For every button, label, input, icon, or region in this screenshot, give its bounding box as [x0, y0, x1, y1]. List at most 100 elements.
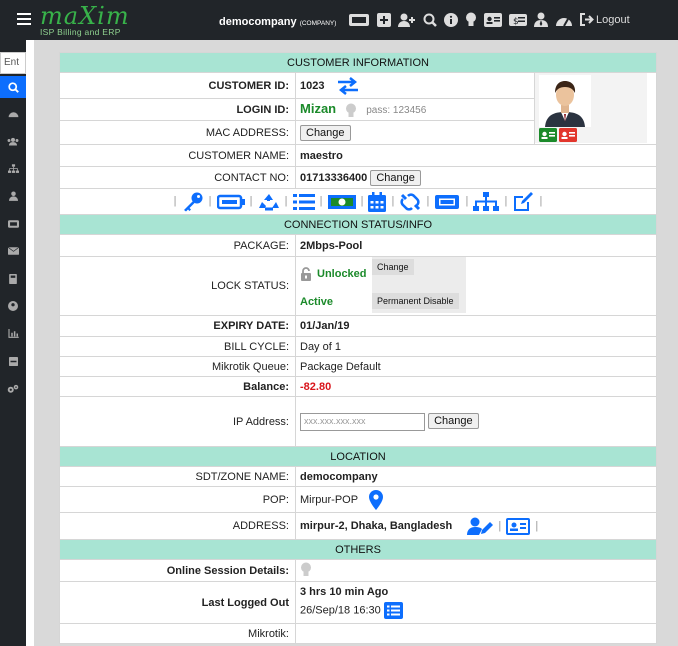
mikrotik-queue-label: Mikrotik Queue:	[59, 356, 296, 377]
lock-change-button[interactable]: Change	[372, 259, 414, 275]
battery-icon[interactable]	[216, 194, 245, 210]
expiry-date-label: EXPIRY DATE:	[59, 315, 296, 337]
action-icon-row: | | | | | | | | | | |	[59, 188, 657, 215]
address-value: mirpur-2, Dhaka, Bangladesh	[300, 520, 453, 532]
login-id-label: LOGIN ID:	[59, 98, 296, 121]
contact-no-cell: 01713336400 Change	[295, 166, 657, 189]
bulb-icon[interactable]	[465, 12, 477, 27]
lock-status-label: LOCK STATUS:	[59, 256, 296, 316]
last-logged-ago: 3 hrs 10 min Ago	[300, 586, 389, 598]
sidebar-ticket-icon[interactable]	[0, 210, 26, 238]
expiry-date-value: 01/Jan/19	[295, 315, 657, 337]
mac-change-button[interactable]: Change	[300, 124, 351, 141]
bill-cycle-value: Day of 1	[295, 336, 657, 357]
customer-id-cell: 1023	[295, 72, 535, 99]
bulb-icon[interactable]	[300, 562, 312, 577]
contact-change-button[interactable]: Change	[370, 169, 421, 186]
online-session-cell	[295, 559, 657, 582]
last-logged-time: 26/Sep/18 16:30	[300, 604, 381, 617]
top-navbar: maXim ISP Billing and ERP democompany (C…	[0, 0, 678, 40]
dashboard-icon[interactable]	[555, 13, 573, 27]
id-card-icon[interactable]	[484, 12, 502, 27]
plus-square-icon[interactable]	[377, 12, 391, 27]
address-cell: mirpur-2, Dhaka, Bangladesh | |	[295, 512, 657, 540]
zone-name-value: democompany	[295, 466, 657, 487]
list-icon[interactable]	[292, 193, 315, 211]
app-logo[interactable]: maXim ISP Billing and ERP	[40, 4, 130, 37]
info-icon[interactable]	[444, 12, 458, 27]
contact-no-label: CONTACT NO:	[59, 166, 296, 189]
money-bill-icon[interactable]	[327, 193, 356, 211]
customer-id-value: 1023	[300, 79, 325, 92]
customer-avatar[interactable]	[539, 75, 591, 127]
ip-address-cell: xxx.xxx.xxx.xxx Change	[295, 396, 657, 447]
password-text: pass: 123456	[366, 105, 427, 117]
list-alt-icon[interactable]	[383, 602, 403, 619]
recycle-icon[interactable]	[258, 192, 280, 212]
mikrotik-queue-value: Package Default	[295, 356, 657, 377]
menu-toggle-icon[interactable]	[17, 13, 31, 27]
sidebar-chart-icon[interactable]	[0, 320, 26, 348]
customer-name-value: maestro	[295, 144, 657, 167]
contact-no-value: 01713336400	[300, 171, 368, 184]
unlock-icon	[301, 267, 311, 281]
section-connection-status: CONNECTION STATUS/INFO	[59, 214, 657, 235]
logo-text: maXim	[40, 2, 130, 30]
company-tag: (COMPANY)	[299, 20, 337, 27]
green-id-card-icon[interactable]	[539, 128, 557, 142]
svg-text:$: $	[513, 17, 519, 27]
address-card-icon[interactable]	[506, 517, 531, 535]
sidebar-sitemap-icon[interactable]	[0, 155, 26, 183]
sidebar-envelope-icon[interactable]	[0, 238, 26, 266]
last-logged-out-cell: 3 hrs 10 min Ago 26/Sep/18 16:30	[295, 581, 657, 624]
customer-id-label: CUSTOMER ID:	[59, 72, 296, 99]
active-status: Active	[300, 296, 334, 308]
customer-info-table: CUSTOMER INFORMATION CUSTOMER ID: 1023 L…	[59, 52, 657, 644]
login-id-cell: Mizan pass: 123456	[295, 98, 535, 121]
mac-address-cell: Change	[295, 120, 535, 145]
search-icon	[7, 81, 19, 93]
mac-address-label: MAC ADDRESS:	[59, 120, 296, 145]
red-id-card-icon[interactable]	[559, 128, 577, 142]
package-label: PACKAGE:	[59, 234, 296, 257]
edit-icon[interactable]	[512, 191, 534, 212]
sidebar: Ent	[0, 40, 26, 646]
section-location: LOCATION	[59, 446, 657, 467]
logout-link[interactable]: Logout	[580, 13, 630, 26]
sidebar-search-button[interactable]	[0, 76, 26, 98]
pop-label: POP:	[59, 486, 296, 513]
sidebar-server-icon[interactable]	[0, 348, 26, 376]
map-marker-icon[interactable]	[369, 489, 384, 510]
ticket-icon[interactable]	[434, 193, 460, 211]
exchange-icon[interactable]	[336, 76, 360, 95]
ip-address-input[interactable]: xxx.xxx.xxx.xxx	[300, 412, 425, 431]
user-tie-icon[interactable]	[534, 12, 548, 27]
pop-cell: Mirpur-POP	[295, 486, 657, 513]
sidebar-cogs-icon[interactable]	[0, 375, 26, 403]
bulb-icon[interactable]	[345, 103, 357, 118]
sitemap-icon[interactable]	[473, 191, 500, 212]
permanent-disable-button[interactable]: Permanent Disable	[372, 293, 459, 309]
user-edit-icon[interactable]	[467, 517, 494, 535]
ip-address-label: IP Address:	[59, 396, 296, 447]
calendar-icon[interactable]	[368, 191, 387, 212]
ip-change-button[interactable]: Change	[428, 413, 479, 430]
money-icon[interactable]: $	[509, 13, 527, 27]
sidebar-dashboard-icon[interactable]	[0, 100, 26, 128]
sidebar-users-icon[interactable]	[0, 128, 26, 156]
last-logged-out-label: Last Logged Out	[59, 581, 296, 624]
address-label: ADDRESS:	[59, 512, 296, 540]
sidebar-calculator-icon[interactable]	[0, 265, 26, 293]
sidebar-search-input[interactable]: Ent	[0, 52, 26, 74]
unlink-icon[interactable]	[399, 192, 421, 212]
search-icon[interactable]	[423, 13, 437, 27]
key-icon[interactable]	[182, 192, 204, 212]
add-user-icon[interactable]	[398, 13, 416, 27]
ticket-icon[interactable]	[348, 13, 370, 27]
zone-name-label: SDT/ZONE NAME:	[59, 466, 296, 487]
lock-status-value: Unlocked	[317, 268, 367, 280]
main-content: CUSTOMER INFORMATION CUSTOMER ID: 1023 L…	[34, 40, 678, 646]
customer-name-label: CUSTOMER NAME:	[59, 144, 296, 167]
sidebar-user-circle-icon[interactable]	[0, 293, 26, 321]
sidebar-user-icon[interactable]	[0, 183, 26, 211]
